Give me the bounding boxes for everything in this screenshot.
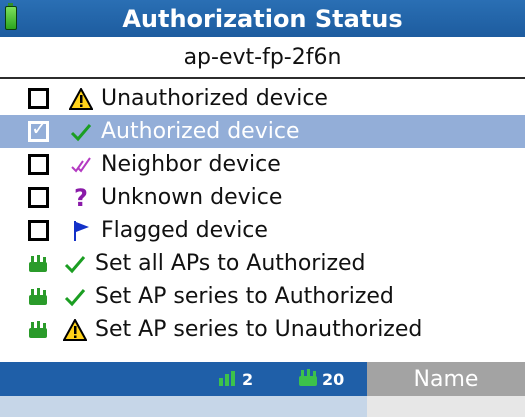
warning-triangle-icon — [63, 318, 87, 342]
green-check-icon — [69, 120, 93, 144]
option-flagged-device[interactable]: Flagged device — [0, 214, 525, 247]
option-label: Unauthorized device — [101, 86, 328, 111]
ap-count: 20 — [322, 370, 345, 389]
device-name: ap-evt-fp-2f6n — [183, 44, 342, 70]
ap-plug-icon — [27, 320, 49, 340]
purple-double-check-icon — [69, 153, 93, 177]
option-label: Authorized device — [101, 119, 300, 144]
checkbox[interactable] — [28, 187, 49, 208]
authorization-options-list: Unauthorized device Authorized device Ne… — [0, 82, 525, 346]
question-mark-icon: ? — [74, 183, 88, 212]
name-softkey[interactable]: Name — [367, 362, 525, 396]
option-label: Flagged device — [101, 218, 268, 243]
option-label: Unknown device — [101, 185, 283, 210]
signal-bars-icon — [218, 369, 240, 392]
action-label: Set all APs to Authorized — [95, 251, 366, 276]
option-unknown-device[interactable]: ? Unknown device — [0, 181, 525, 214]
checkbox[interactable] — [28, 220, 49, 241]
option-label: Neighbor device — [101, 152, 281, 177]
ap-plug-icon — [27, 254, 49, 274]
warning-triangle-icon — [69, 87, 93, 111]
action-set-ap-series-authorized[interactable]: Set AP series to Authorized — [0, 280, 525, 313]
signal-count: 2 — [242, 370, 254, 389]
checkbox-checked[interactable] — [28, 116, 49, 142]
option-neighbor-device[interactable]: Neighbor device — [0, 148, 525, 181]
option-authorized-device[interactable]: Authorized device — [0, 115, 525, 148]
option-unauthorized-device[interactable]: Unauthorized device — [0, 82, 525, 115]
divider — [0, 77, 525, 79]
action-label: Set AP series to Unauthorized — [95, 317, 423, 342]
blue-flag-icon — [69, 219, 93, 243]
status-bar: 2 20 Name — [0, 362, 525, 396]
authorization-status-screen: Authorization Status ap-evt-fp-2f6n Unau… — [0, 0, 525, 417]
softkey-label: Name — [413, 366, 479, 392]
action-label: Set AP series to Authorized — [95, 284, 394, 309]
ap-count-icon — [297, 368, 319, 393]
title-bar: Authorization Status — [0, 0, 525, 37]
ap-plug-icon — [27, 287, 49, 307]
battery-icon — [5, 3, 17, 30]
checkbox[interactable] — [28, 154, 49, 175]
page-title: Authorization Status — [122, 4, 403, 33]
action-set-ap-series-unauthorized[interactable]: Set AP series to Unauthorized — [0, 313, 525, 346]
footer-reflection — [0, 396, 525, 417]
green-check-icon — [63, 285, 87, 309]
green-check-icon — [63, 252, 87, 276]
checkbox[interactable] — [28, 88, 49, 109]
action-set-all-aps-authorized[interactable]: Set all APs to Authorized — [0, 247, 525, 280]
